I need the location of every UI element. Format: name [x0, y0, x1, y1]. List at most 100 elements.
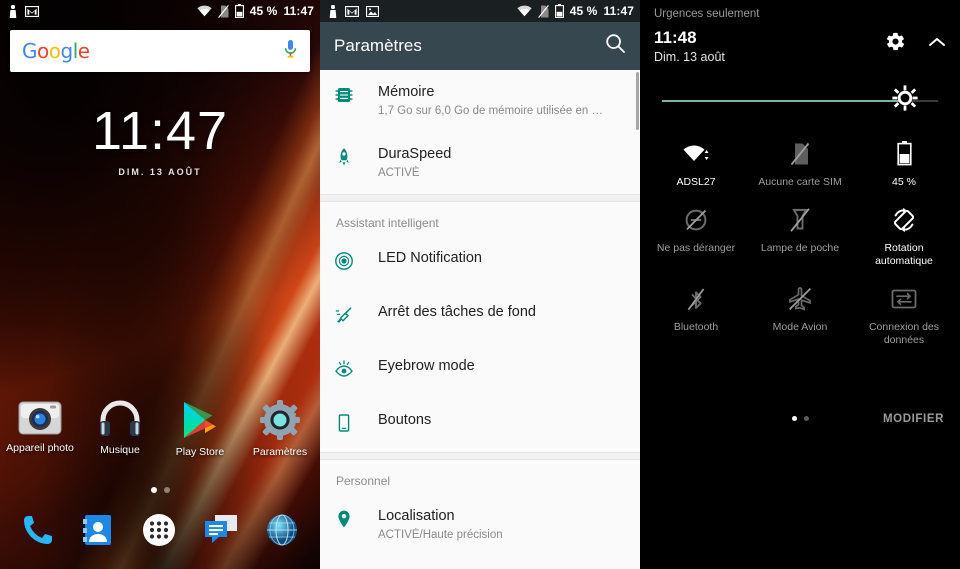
quick-settings-footer: MODIFIER [640, 413, 960, 425]
settings-list[interactable]: Mémoire 1,7 Go sur 6,0 Go de mémoire uti… [320, 70, 640, 569]
app-label: Paramètres [252, 446, 308, 458]
broom-icon [334, 303, 368, 325]
tile-bluetooth[interactable]: Bluetooth [644, 274, 748, 353]
tile-label: Ne pas déranger [656, 241, 736, 254]
tile-data-connection[interactable]: Connexion des données [852, 274, 956, 353]
settings-item-text: LED Notification [368, 249, 624, 267]
status-battery-text: 45 % [249, 4, 278, 18]
settings-item-text: DuraSpeed ACTIVÉ [368, 145, 624, 181]
home-app-row: Appareil photo Musique Play Store Paramè… [0, 400, 320, 458]
tile-auto-rotate[interactable]: Rotation automatique [852, 195, 956, 274]
app-icon-camera[interactable]: Appareil photo [0, 400, 80, 458]
no-sim-icon [537, 4, 549, 18]
settings-item-subtitle: 1,7 Go sur 6,0 Go de mémoire utilisée en… [378, 105, 603, 118]
tile-wifi[interactable]: ADSL27 [644, 129, 748, 195]
location-pin-icon [334, 507, 368, 529]
gmail-icon [345, 5, 359, 17]
tile-label: 45 % [892, 175, 916, 188]
settings-item-text: Mémoire 1,7 Go sur 6,0 Go de mémoire uti… [368, 83, 624, 119]
tile-battery[interactable]: 45 % [852, 129, 956, 195]
settings-item-boutons[interactable]: Boutons [320, 398, 640, 452]
section-divider [320, 452, 640, 461]
dock-icon-contacts[interactable] [81, 513, 115, 552]
person-badge-icon [9, 4, 17, 18]
brightness-slider[interactable] [662, 85, 938, 116]
tile-label: Lampe de poche [760, 241, 840, 254]
wifi-icon [517, 5, 532, 17]
settings-item-text: Arrêt des tâches de fond [368, 303, 624, 321]
clock-widget[interactable]: 11:47 DIM. 13 AOÛT [0, 104, 320, 177]
dock-icon-app-drawer[interactable] [141, 512, 177, 553]
dock-icon-messages[interactable] [203, 513, 239, 552]
image-icon [366, 5, 379, 17]
page-dot[interactable] [803, 416, 809, 421]
status-bar-right-icons: 45 % 11:47 [197, 4, 314, 18]
led-circle-icon [334, 249, 368, 271]
app-icon-play-store[interactable]: Play Store [160, 400, 240, 458]
search-icon [606, 34, 625, 53]
brightness-fill [662, 99, 905, 102]
tile-flashlight[interactable]: Lampe de poche [748, 195, 852, 274]
contacts-icon [83, 515, 111, 545]
dock-icon-phone[interactable] [21, 513, 55, 552]
settings-item-title: Boutons [378, 412, 432, 429]
tile-sim[interactable]: Aucune carte SIM [748, 129, 852, 195]
settings-item-localisation[interactable]: Localisation ACTIVÉ/Haute précision [320, 494, 640, 556]
quick-time: 11:48 [654, 28, 697, 47]
data-connection-icon [891, 286, 917, 312]
no-sim-icon [790, 141, 810, 167]
status-bar-left-icons [328, 4, 379, 18]
quick-settings-header: 11:48 Dim. 13 août [640, 20, 960, 65]
quick-page-indicator [791, 416, 809, 421]
app-icon-music[interactable]: Musique [80, 400, 160, 458]
tile-airplane-mode[interactable]: Mode Avion [748, 274, 852, 353]
settings-app-bar: Paramètres [320, 22, 640, 70]
settings-shortcut-button[interactable] [885, 31, 906, 57]
settings-item-subtitle: ACTIVÉ [378, 167, 420, 180]
quick-settings-tiles: ADSL27 Aucune carte SIM 45 % Ne pas déra… [640, 115, 960, 354]
tile-do-not-disturb[interactable]: Ne pas déranger [644, 195, 748, 274]
microphone-icon[interactable] [283, 39, 298, 64]
carrier-label: Urgences seulement [654, 8, 760, 20]
google-logo: Google [22, 39, 90, 63]
tile-row: Ne pas déranger Lampe de poche Rotation … [644, 195, 956, 274]
settings-item-text: Eyebrow mode [368, 357, 624, 375]
settings-item-title: Mémoire [378, 84, 435, 100]
gear-icon [886, 32, 905, 51]
tile-label: Bluetooth [673, 321, 719, 334]
edit-tiles-button[interactable]: MODIFIER [883, 413, 944, 425]
collapse-panel-button[interactable] [928, 35, 946, 53]
app-label: Appareil photo [6, 442, 74, 454]
settings-item-duraspeed[interactable]: DuraSpeed ACTIVÉ [320, 132, 640, 194]
battery-icon [896, 141, 912, 167]
status-clock: 11:47 [603, 4, 634, 18]
search-button[interactable] [605, 33, 626, 59]
brightness-icon[interactable] [892, 85, 918, 116]
no-sim-icon [217, 4, 229, 18]
app-icon-settings[interactable]: Paramètres [240, 400, 320, 458]
app-label: Play Store [175, 446, 225, 458]
settings-status-bar: 45 % 11:47 [320, 0, 640, 22]
settings-item-memoire[interactable]: Mémoire 1,7 Go sur 6,0 Go de mémoire uti… [320, 70, 640, 132]
messages-icon [205, 515, 237, 543]
scrollbar[interactable] [636, 72, 639, 130]
page-dot[interactable] [163, 487, 170, 493]
clock-widget-time: 11:47 [91, 101, 229, 161]
rocket-icon [334, 145, 368, 167]
home-page-indicator [0, 487, 320, 493]
quick-datetime[interactable]: 11:48 Dim. 13 août [654, 28, 725, 65]
clock-widget-date: DIM. 13 AOÛT [118, 167, 202, 177]
page-dot-active[interactable] [150, 487, 157, 493]
headphones-icon [100, 400, 140, 436]
dock-icon-browser[interactable] [265, 513, 299, 552]
settings-item-arret-taches-fond[interactable]: Arrêt des tâches de fond [320, 290, 640, 344]
google-search-bar[interactable]: Google [10, 30, 310, 72]
quick-settings-panel: Urgences seulement 11:48 Dim. 13 août AD… [640, 0, 960, 569]
tile-label: Connexion des données [868, 321, 940, 347]
page-dot-active[interactable] [791, 416, 797, 421]
settings-item-eyebrow-mode[interactable]: Eyebrow mode [320, 344, 640, 398]
section-header-assistant: Assistant intelligent [336, 216, 439, 231]
settings-item-led-notification[interactable]: LED Notification [320, 236, 640, 290]
wallpaper-vignette [0, 0, 320, 569]
status-battery-text: 45 % [569, 4, 598, 18]
